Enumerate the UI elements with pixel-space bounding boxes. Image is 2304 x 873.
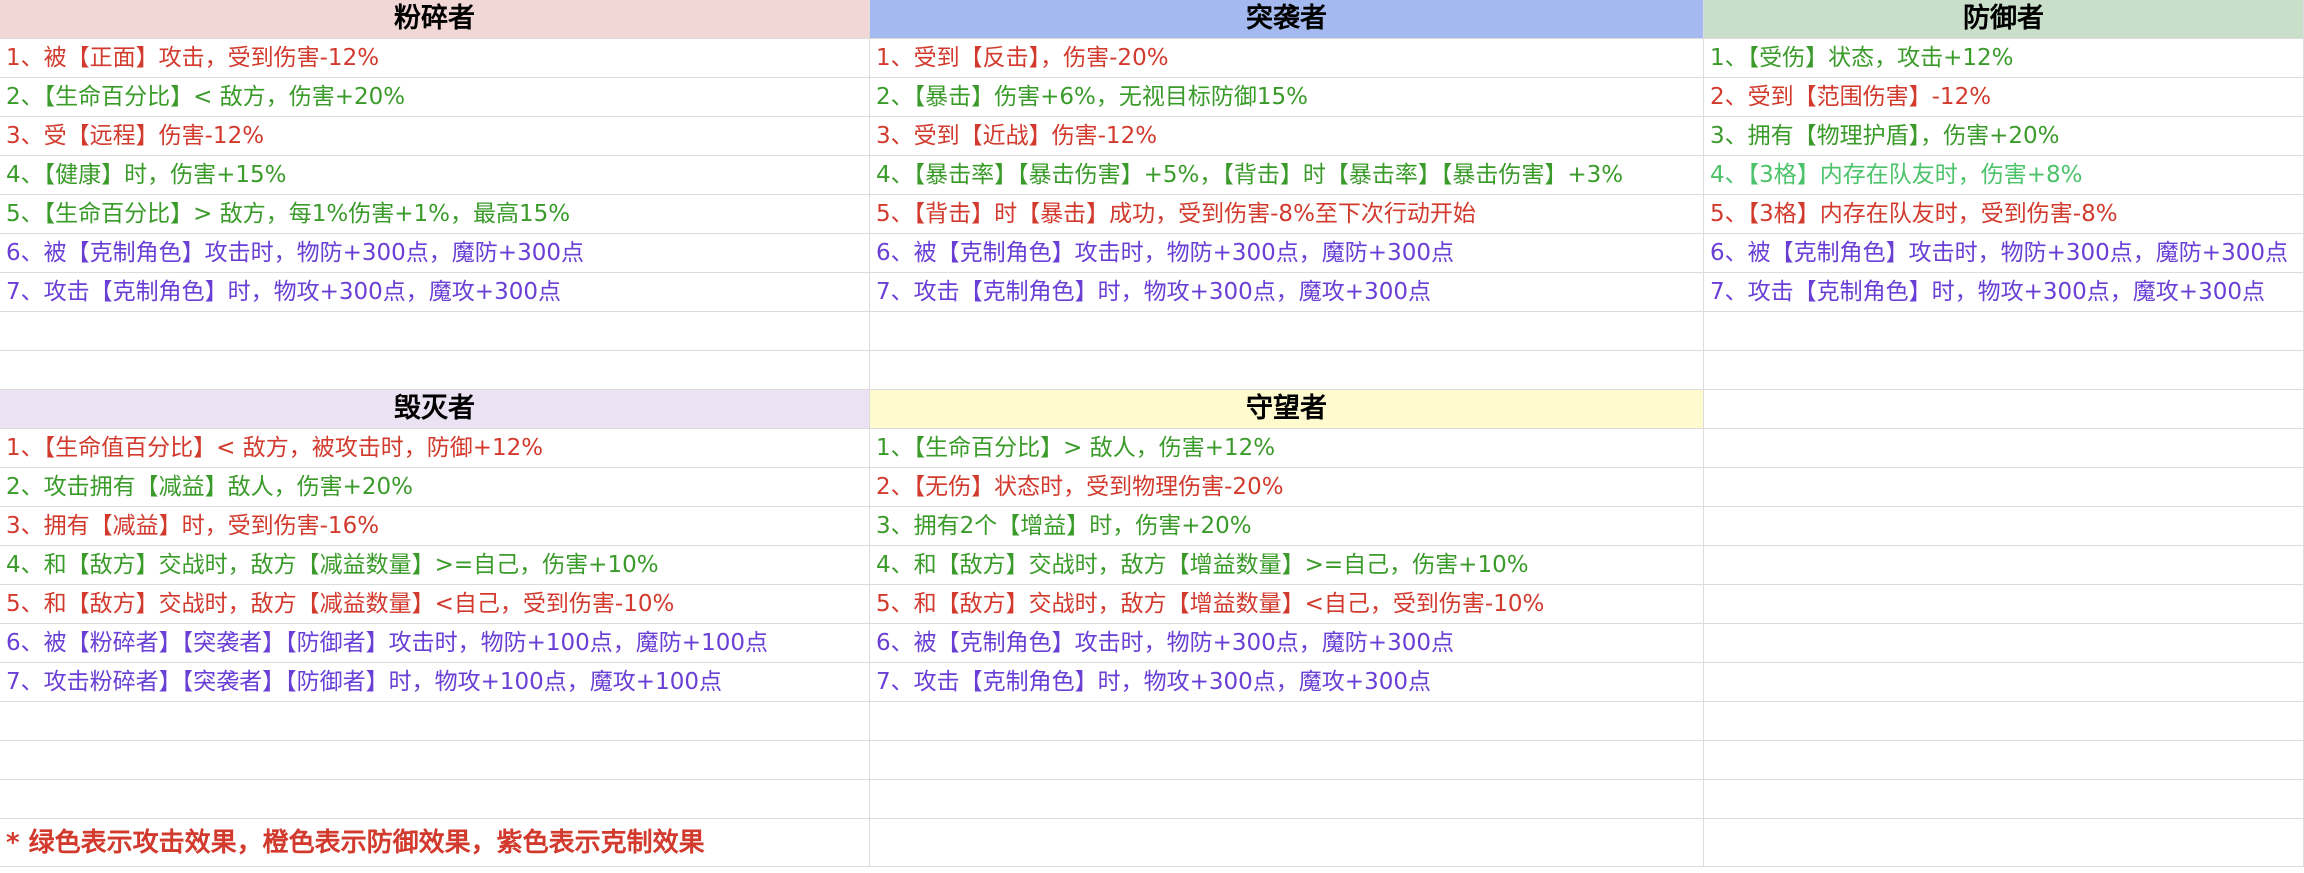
raid-effect-2[interactable]: 2、【暴击】伤害+6%，无视目标防御15%: [870, 78, 1704, 117]
empty-row: [0, 351, 2304, 390]
table-row: 5、【生命百分比】> 敌方，每1%伤害+1%，最高15% 5、【背击】时【暴击】…: [0, 195, 2304, 234]
header-smash[interactable]: 粉碎者: [0, 0, 870, 39]
empty-cell[interactable]: [1704, 624, 2304, 663]
guard-effect-5[interactable]: 5、【3格】内存在队友时，受到伤害-8%: [1704, 195, 2304, 234]
header-guard[interactable]: 防御者: [1704, 0, 2304, 39]
header-row-2: 毁灭者 守望者: [0, 390, 2304, 429]
empty-cell[interactable]: [1704, 741, 2304, 780]
empty-cell[interactable]: [870, 780, 1704, 819]
empty-cell[interactable]: [1704, 585, 2304, 624]
empty-cell[interactable]: [870, 819, 1704, 867]
raid-effect-4[interactable]: 4、【暴击率】【暴击伤害】+5%，【背击】时【暴击率】【暴击伤害】+3%: [870, 156, 1704, 195]
empty-row: [0, 312, 2304, 351]
table-row: 5、和【敌方】交战时，敌方【减益数量】<自己，受到伤害-10% 5、和【敌方】交…: [0, 585, 2304, 624]
empty-cell[interactable]: [1704, 546, 2304, 585]
watch-effect-5[interactable]: 5、和【敌方】交战时，敌方【增益数量】<自己，受到伤害-10%: [870, 585, 1704, 624]
guard-effect-1[interactable]: 1、【受伤】状态，攻击+12%: [1704, 39, 2304, 78]
guard-effect-2[interactable]: 2、受到【范围伤害】-12%: [1704, 78, 2304, 117]
color-legend-note[interactable]: * 绿色表示攻击效果，橙色表示防御效果，紫色表示克制效果: [0, 819, 870, 867]
smash-effect-6[interactable]: 6、被【克制角色】攻击时，物防+300点，魔防+300点: [0, 234, 870, 273]
table-row: 2、【生命百分比】< 敌方，伤害+20% 2、【暴击】伤害+6%，无视目标防御1…: [0, 78, 2304, 117]
table-row: 3、拥有【减益】时，受到伤害-16% 3、拥有2个【增益】时，伤害+20%: [0, 507, 2304, 546]
empty-row: [0, 741, 2304, 780]
table-row: 6、被【克制角色】攻击时，物防+300点，魔防+300点 6、被【克制角色】攻击…: [0, 234, 2304, 273]
watch-effect-4[interactable]: 4、和【敌方】交战时，敌方【增益数量】>=自己，伤害+10%: [870, 546, 1704, 585]
guard-effect-6[interactable]: 6、被【克制角色】攻击时，物防+300点，魔防+300点: [1704, 234, 2304, 273]
smash-effect-1[interactable]: 1、被【正面】攻击，受到伤害-12%: [0, 39, 870, 78]
table-row: 1、被【正面】攻击，受到伤害-12% 1、受到【反击】，伤害-20% 1、【受伤…: [0, 39, 2304, 78]
raid-effect-7[interactable]: 7、攻击【克制角色】时，物攻+300点，魔攻+300点: [870, 273, 1704, 312]
empty-cell[interactable]: [1704, 780, 2304, 819]
empty-cell[interactable]: [1704, 663, 2304, 702]
empty-cell[interactable]: [1704, 702, 2304, 741]
header-watch[interactable]: 守望者: [870, 390, 1704, 429]
empty-cell[interactable]: [870, 702, 1704, 741]
note-row: * 绿色表示攻击效果，橙色表示防御效果，紫色表示克制效果: [0, 819, 2304, 867]
watch-effect-7[interactable]: 7、攻击【克制角色】时，物攻+300点，魔攻+300点: [870, 663, 1704, 702]
table-row: 6、被【粉碎者】【突袭者】【防御者】攻击时，物防+100点，魔防+100点 6、…: [0, 624, 2304, 663]
empty-cell[interactable]: [0, 780, 870, 819]
table-row: 7、攻击粉碎者】【突袭者】【防御者】时，物攻+100点，魔攻+100点 7、攻击…: [0, 663, 2304, 702]
empty-cell[interactable]: [0, 351, 870, 390]
destroy-effect-4[interactable]: 4、和【敌方】交战时，敌方【减益数量】>=自己，伤害+10%: [0, 546, 870, 585]
raid-effect-6[interactable]: 6、被【克制角色】攻击时，物防+300点，魔防+300点: [870, 234, 1704, 273]
destroy-effect-6[interactable]: 6、被【粉碎者】【突袭者】【防御者】攻击时，物防+100点，魔防+100点: [0, 624, 870, 663]
empty-cell[interactable]: [0, 312, 870, 351]
watch-effect-6[interactable]: 6、被【克制角色】攻击时，物防+300点，魔防+300点: [870, 624, 1704, 663]
raid-effect-1[interactable]: 1、受到【反击】，伤害-20%: [870, 39, 1704, 78]
empty-cell[interactable]: [870, 351, 1704, 390]
empty-cell[interactable]: [1704, 390, 2304, 429]
header-destroy[interactable]: 毁灭者: [0, 390, 870, 429]
table-row: 7、攻击【克制角色】时，物攻+300点，魔攻+300点 7、攻击【克制角色】时，…: [0, 273, 2304, 312]
watch-effect-3[interactable]: 3、拥有2个【增益】时，伤害+20%: [870, 507, 1704, 546]
spreadsheet: 粉碎者 突袭者 防御者 1、被【正面】攻击，受到伤害-12% 1、受到【反击】，…: [0, 0, 2304, 873]
destroy-effect-1[interactable]: 1、【生命值百分比】< 敌方，被攻击时，防御+12%: [0, 429, 870, 468]
empty-cell[interactable]: [1704, 468, 2304, 507]
empty-cell[interactable]: [1704, 351, 2304, 390]
watch-effect-2[interactable]: 2、【无伤】状态时，受到物理伤害-20%: [870, 468, 1704, 507]
empty-cell[interactable]: [1704, 819, 2304, 867]
destroy-effect-5[interactable]: 5、和【敌方】交战时，敌方【减益数量】<自己，受到伤害-10%: [0, 585, 870, 624]
smash-effect-3[interactable]: 3、受【远程】伤害-12%: [0, 117, 870, 156]
guard-effect-4[interactable]: 4、【3格】内存在队友时，伤害+8%: [1704, 156, 2304, 195]
raid-effect-5[interactable]: 5、【背击】时【暴击】成功，受到伤害-8%至下次行动开始: [870, 195, 1704, 234]
raid-effect-3[interactable]: 3、受到【近战】伤害-12%: [870, 117, 1704, 156]
empty-cell[interactable]: [1704, 429, 2304, 468]
empty-cell[interactable]: [870, 312, 1704, 351]
destroy-effect-3[interactable]: 3、拥有【减益】时，受到伤害-16%: [0, 507, 870, 546]
watch-effect-1[interactable]: 1、【生命百分比】> 敌人，伤害+12%: [870, 429, 1704, 468]
table-row: 3、受【远程】伤害-12% 3、受到【近战】伤害-12% 3、拥有【物理护盾】，…: [0, 117, 2304, 156]
empty-cell[interactable]: [0, 741, 870, 780]
empty-cell[interactable]: [0, 702, 870, 741]
table-row: 1、【生命值百分比】< 敌方，被攻击时，防御+12% 1、【生命百分比】> 敌人…: [0, 429, 2304, 468]
smash-effect-7[interactable]: 7、攻击【克制角色】时，物攻+300点，魔攻+300点: [0, 273, 870, 312]
empty-row: [0, 780, 2304, 819]
guard-effect-3[interactable]: 3、拥有【物理护盾】，伤害+20%: [1704, 117, 2304, 156]
header-raid[interactable]: 突袭者: [870, 0, 1704, 39]
empty-cell[interactable]: [1704, 507, 2304, 546]
table-row: 4、和【敌方】交战时，敌方【减益数量】>=自己，伤害+10% 4、和【敌方】交战…: [0, 546, 2304, 585]
table-row: 4、【健康】时，伤害+15% 4、【暴击率】【暴击伤害】+5%，【背击】时【暴击…: [0, 156, 2304, 195]
empty-row: [0, 702, 2304, 741]
empty-cell[interactable]: [870, 741, 1704, 780]
empty-cell[interactable]: [1704, 312, 2304, 351]
smash-effect-4[interactable]: 4、【健康】时，伤害+15%: [0, 156, 870, 195]
smash-effect-5[interactable]: 5、【生命百分比】> 敌方，每1%伤害+1%，最高15%: [0, 195, 870, 234]
guard-effect-7[interactable]: 7、攻击【克制角色】时，物攻+300点，魔攻+300点: [1704, 273, 2304, 312]
smash-effect-2[interactable]: 2、【生命百分比】< 敌方，伤害+20%: [0, 78, 870, 117]
header-row-1: 粉碎者 突袭者 防御者: [0, 0, 2304, 39]
destroy-effect-7[interactable]: 7、攻击粉碎者】【突袭者】【防御者】时，物攻+100点，魔攻+100点: [0, 663, 870, 702]
table-row: 2、攻击拥有【减益】敌人，伤害+20% 2、【无伤】状态时，受到物理伤害-20%: [0, 468, 2304, 507]
destroy-effect-2[interactable]: 2、攻击拥有【减益】敌人，伤害+20%: [0, 468, 870, 507]
